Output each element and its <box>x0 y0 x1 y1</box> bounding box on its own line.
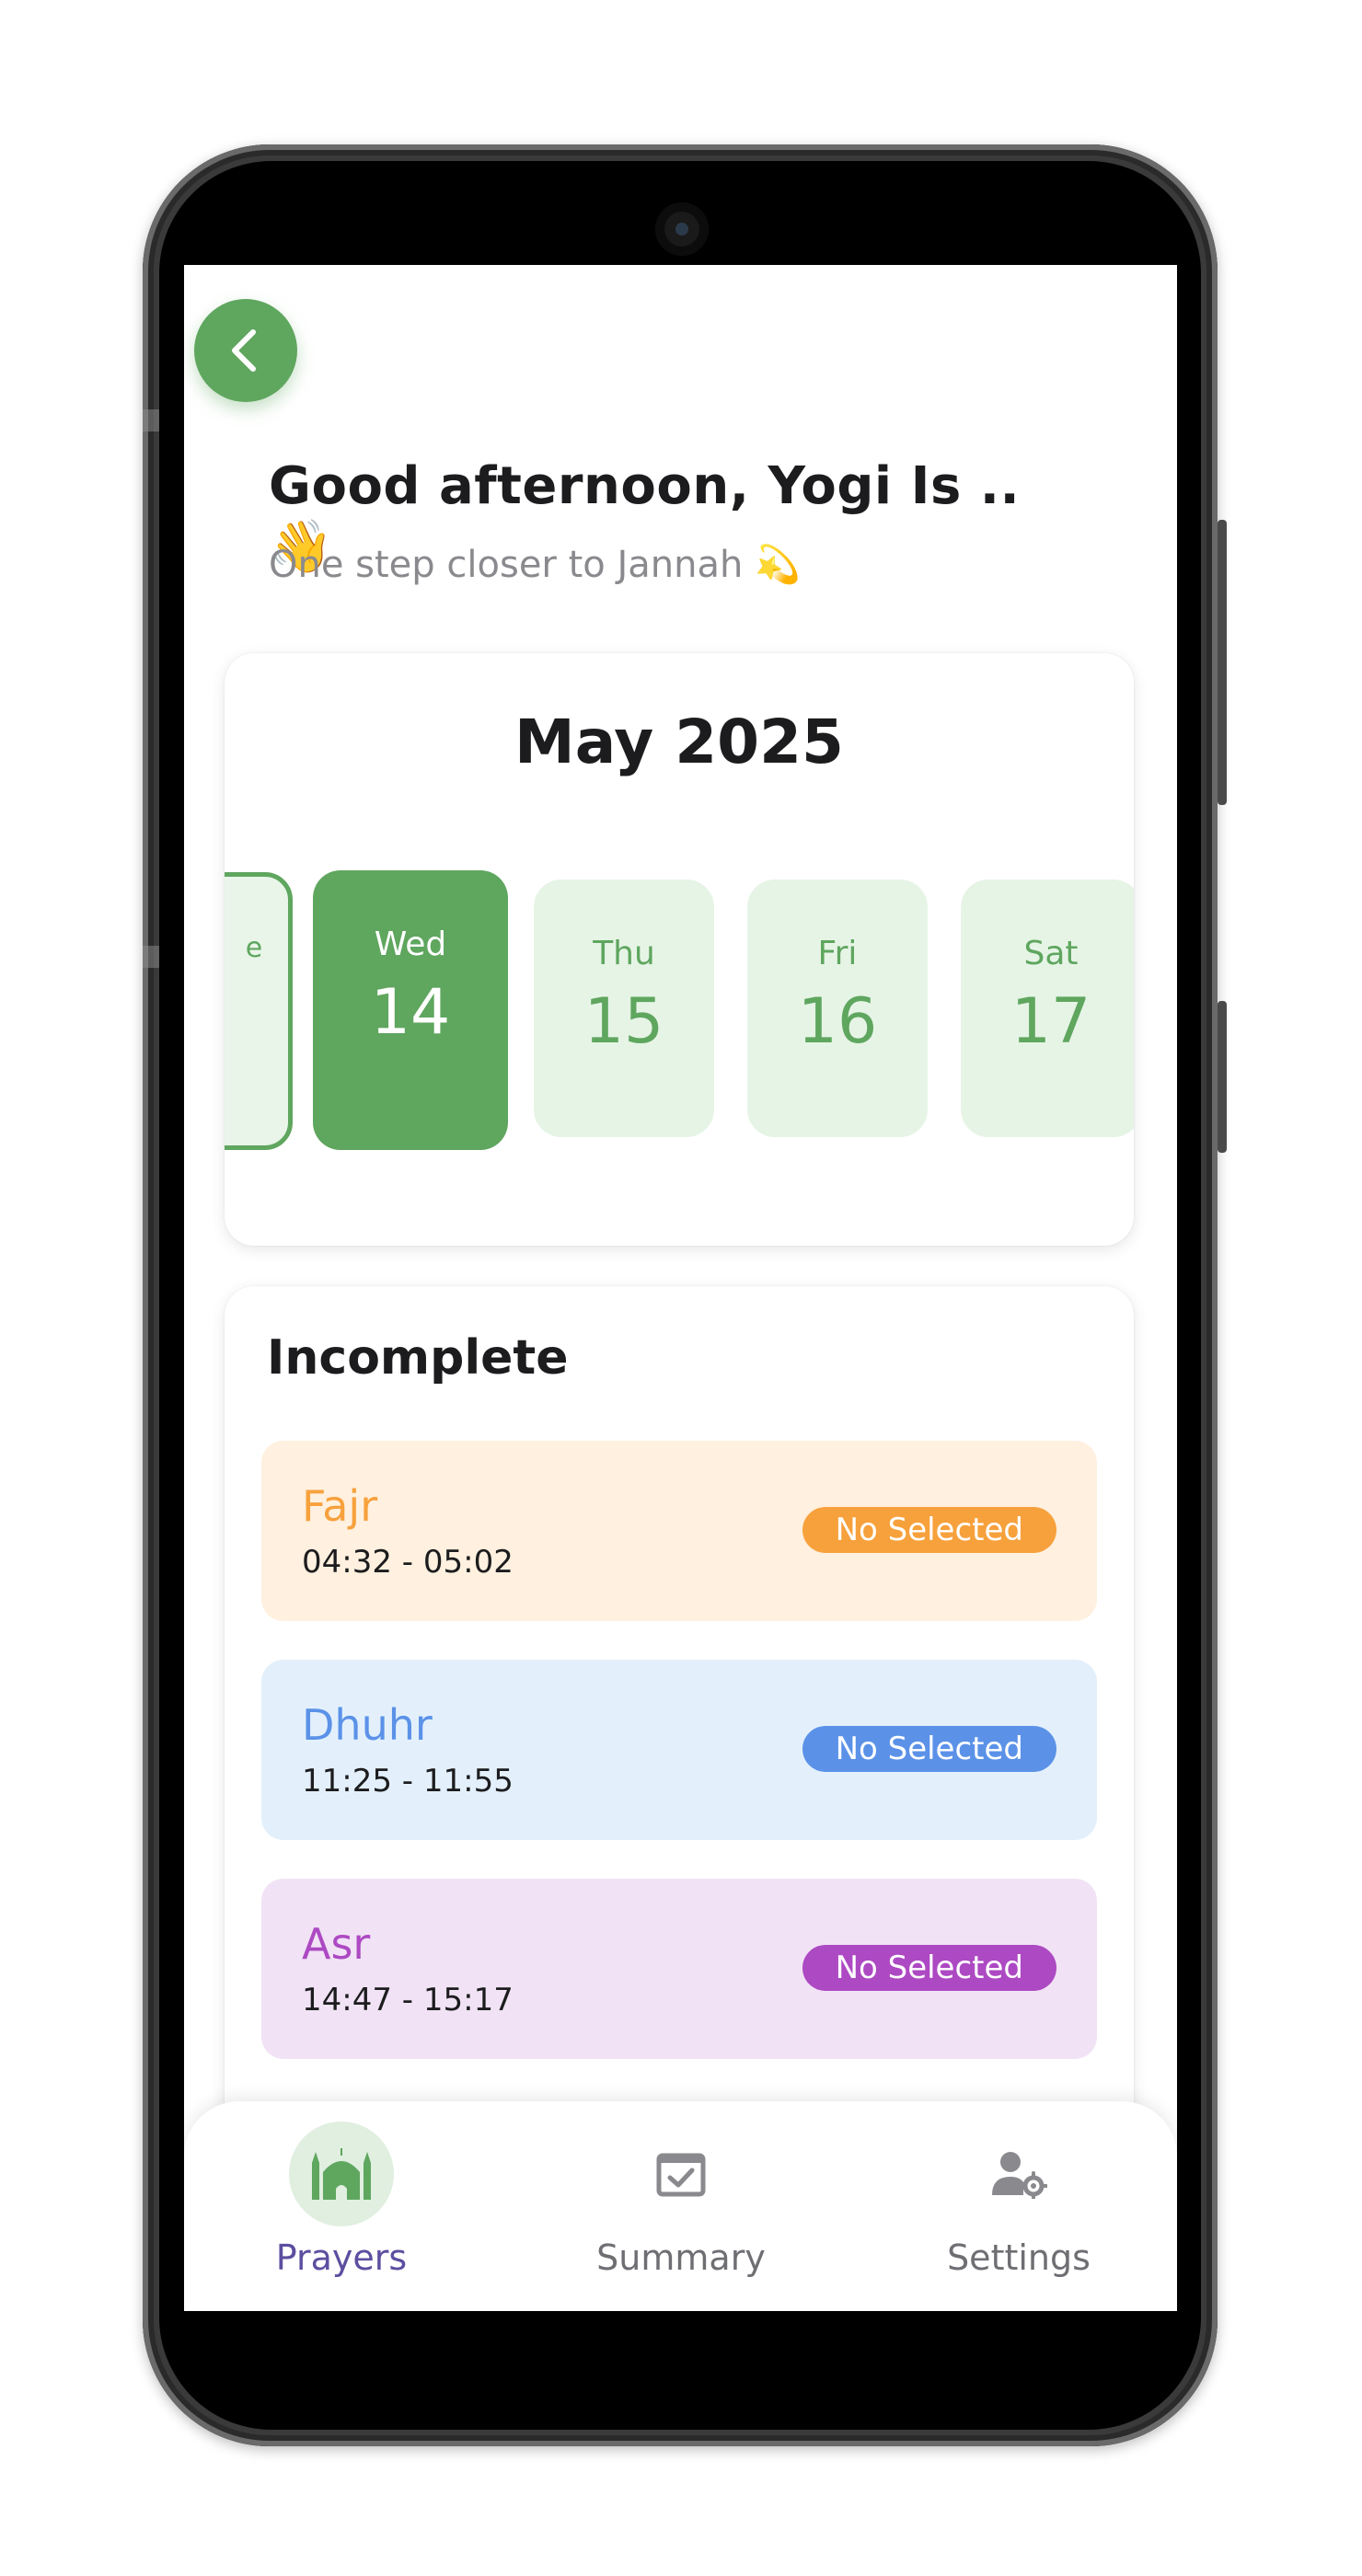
day-name: e <box>245 932 263 964</box>
prayer-name: Fajr <box>302 1481 378 1531</box>
day-name: Thu <box>593 935 655 972</box>
prayer-name: Dhuhr <box>302 1700 433 1750</box>
greeting-subtitle: One step closer to Jannah 💫 <box>269 544 801 586</box>
day-date: 15 <box>583 985 664 1058</box>
front-camera <box>655 202 709 256</box>
nav-icon-wrap <box>289 2122 394 2226</box>
volume-button <box>1218 1001 1227 1153</box>
nav-item-prayers[interactable]: Prayers <box>222 2101 461 2311</box>
section-title: Incomplete <box>267 1330 569 1386</box>
power-button <box>1218 520 1227 805</box>
prayer-time: 14:47 - 15:17 <box>302 1982 514 2018</box>
month-title: May 2025 <box>514 707 844 777</box>
incomplete-prayers-card: Incomplete Fajr 04:32 - 05:02 No Selecte… <box>225 1286 1134 2206</box>
nav-label: Summary <box>596 2237 766 2278</box>
day-item-selected[interactable]: Wed 14 <box>313 870 508 1150</box>
nav-item-summary[interactable]: Summary <box>561 2101 801 2311</box>
status-badge[interactable]: No Selected <box>802 1726 1056 1772</box>
frame-mark <box>143 409 159 431</box>
nav-label: Settings <box>947 2237 1091 2278</box>
day-item[interactable]: Sat 17 <box>961 880 1134 1137</box>
status-badge[interactable]: No Selected <box>802 1507 1056 1553</box>
app-screen: Good afternoon, Yogi Is .. 👋 One step cl… <box>184 265 1177 2311</box>
mosque-icon <box>312 2148 371 2200</box>
back-button[interactable] <box>194 299 297 402</box>
calendar-card: May 2025 e Wed 14 Thu 15 Fri 16 Sat 17 <box>225 653 1134 1246</box>
nav-icon-wrap <box>966 2122 1071 2226</box>
nav-icon-wrap <box>629 2122 733 2226</box>
day-item[interactable]: Fri 16 <box>747 880 928 1137</box>
nav-item-settings[interactable]: Settings <box>899 2101 1138 2311</box>
user-gear-icon <box>992 2152 1047 2199</box>
day-date: 17 <box>1010 985 1091 1058</box>
chevron-left-icon <box>232 329 256 372</box>
day-date: 14 <box>370 976 451 1049</box>
day-name: Fri <box>817 935 858 972</box>
status-badge[interactable]: No Selected <box>802 1945 1056 1991</box>
bottom-navigation: Prayers Summary Settings <box>184 2101 1177 2311</box>
day-item[interactable]: Thu 15 <box>534 880 714 1137</box>
day-name: Sat <box>1023 935 1079 972</box>
day-item-previous[interactable]: e <box>225 872 293 1150</box>
prayer-item-dhuhr[interactable]: Dhuhr 11:25 - 11:55 No Selected <box>261 1660 1097 1840</box>
prayer-item-fajr[interactable]: Fajr 04:32 - 05:02 No Selected <box>261 1441 1097 1621</box>
day-name: Wed <box>374 926 447 963</box>
prayer-time: 11:25 - 11:55 <box>302 1763 514 1800</box>
frame-mark <box>143 946 159 968</box>
prayer-time: 04:32 - 05:02 <box>302 1544 514 1581</box>
prayer-item-asr[interactable]: Asr 14:47 - 15:17 No Selected <box>261 1879 1097 2059</box>
prayer-name: Asr <box>302 1919 371 1969</box>
day-date: 16 <box>797 985 878 1058</box>
nav-label: Prayers <box>275 2237 408 2278</box>
calendar-check-icon <box>656 2153 706 2197</box>
